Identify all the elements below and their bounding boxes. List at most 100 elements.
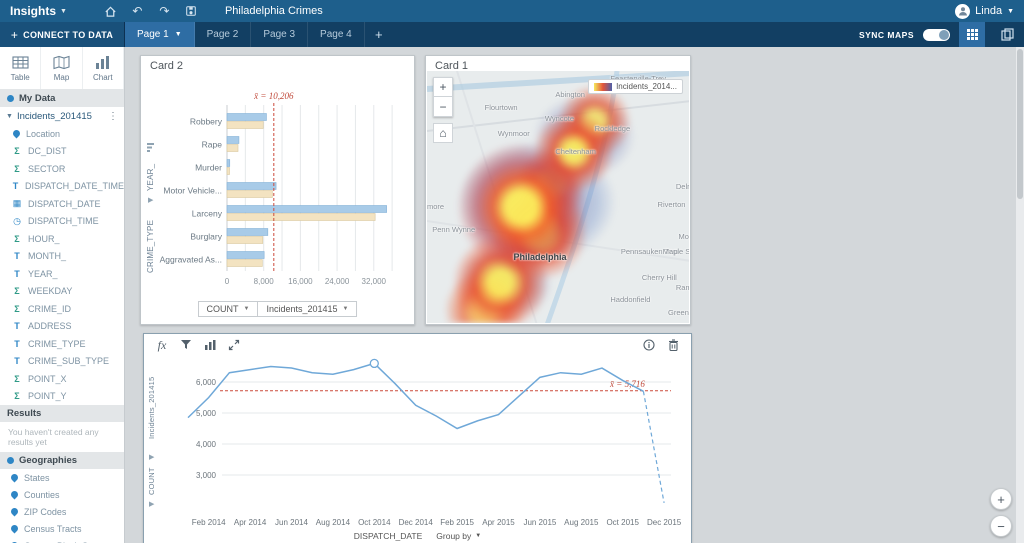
info-icon[interactable] bbox=[639, 336, 659, 354]
field-item-point_y[interactable]: Σ POINT_Y bbox=[0, 388, 124, 406]
connect-to-data-button[interactable]: + CONNECT TO DATA bbox=[0, 22, 125, 47]
dataset-label: Incidents_201415 bbox=[266, 304, 338, 314]
add-page-button[interactable]: + bbox=[365, 22, 393, 47]
bar-subgroup-axis-label[interactable]: YEAR_ bbox=[146, 159, 155, 195]
collapse-arrow-icon[interactable]: ▶ bbox=[149, 500, 154, 508]
location-icon bbox=[9, 489, 20, 500]
geography-item-census-tracts[interactable]: Census Tracts bbox=[0, 520, 124, 537]
table-card-button[interactable]: Table bbox=[0, 47, 42, 89]
field-item-dispatch_date[interactable]: ▦ DISPATCH_DATE bbox=[0, 195, 124, 213]
insights-menu[interactable]: Insights ▼ bbox=[0, 4, 75, 18]
card-bar-chart[interactable]: Card 2 YEAR_ ▶ CRIME_TYPE 0 8,000 16,000 24… bbox=[140, 55, 415, 325]
field-item-address[interactable]: T ADDRESS bbox=[0, 318, 124, 336]
dataset-row[interactable]: ▼ Incidents_201415 ⋮ bbox=[0, 107, 124, 125]
group-by-dropdown[interactable]: Group by ▼ bbox=[436, 531, 481, 541]
field-item-year_[interactable]: T YEAR_ bbox=[0, 265, 124, 283]
page-tab-4[interactable]: Page 4 bbox=[308, 22, 365, 47]
field-item-hour_[interactable]: Σ HOUR_ bbox=[0, 230, 124, 248]
field-item-dispatch_date_time[interactable]: T DISPATCH_DATE_TIME bbox=[0, 178, 124, 196]
heatmap-layer bbox=[427, 71, 689, 323]
field-item-crime_id[interactable]: Σ CRIME_ID bbox=[0, 300, 124, 318]
line-series-projected bbox=[642, 391, 665, 504]
geography-item-zip-codes[interactable]: ZIP Codes bbox=[0, 503, 124, 520]
map-card-button[interactable]: Map bbox=[41, 47, 83, 89]
page-tab-3[interactable]: Page 3 bbox=[251, 22, 309, 47]
save-icon[interactable] bbox=[178, 0, 205, 22]
map-home-button[interactable]: ⌂ bbox=[433, 123, 453, 143]
page-options-button[interactable] bbox=[994, 22, 1020, 47]
statistic-dropdown[interactable]: COUNT ▼ bbox=[197, 301, 259, 317]
grid-layout-button[interactable] bbox=[959, 22, 985, 47]
chart-type-icon[interactable] bbox=[200, 336, 220, 354]
card-map[interactable]: Card 1 Feasterville-Trev...AbingtonFlour… bbox=[425, 55, 691, 325]
string-field-icon: T bbox=[14, 251, 20, 262]
number-field-icon: Σ bbox=[14, 391, 20, 402]
field-item-location[interactable]: Location bbox=[0, 125, 124, 143]
geographies-section-header[interactable]: Geographies bbox=[0, 452, 124, 469]
geography-item-states[interactable]: States bbox=[0, 469, 124, 486]
canvas-zoom-in-button[interactable]: + bbox=[990, 488, 1012, 510]
dataset-name: Incidents_201415 bbox=[16, 110, 92, 122]
chevron-down-icon[interactable]: ▼ bbox=[175, 31, 182, 38]
bar-2014 bbox=[226, 159, 231, 167]
field-item-month_[interactable]: T MONTH_ bbox=[0, 248, 124, 266]
results-empty-text: You haven't created any results yet bbox=[8, 427, 99, 447]
my-data-section-header[interactable]: My Data bbox=[0, 90, 124, 107]
page-tab-label: Page 3 bbox=[263, 29, 296, 40]
delete-icon[interactable] bbox=[663, 336, 683, 354]
kebab-menu-icon[interactable]: ⋮ bbox=[108, 111, 118, 122]
user-name: Linda bbox=[975, 5, 1003, 17]
collapse-arrow-icon[interactable]: ▶ bbox=[149, 453, 154, 461]
map-place-label: Haddonfield bbox=[610, 295, 651, 305]
field-item-crime_type[interactable]: T CRIME_TYPE bbox=[0, 335, 124, 353]
scrollbar-thumb[interactable] bbox=[1017, 49, 1023, 199]
home-icon[interactable] bbox=[97, 0, 124, 22]
bar-y-axis-label[interactable]: CRIME_TYPE bbox=[146, 206, 155, 286]
map-place-label: Cherry Hill bbox=[641, 272, 677, 282]
page-tab-1[interactable]: Page 1 ▼ bbox=[125, 22, 195, 47]
fx-button[interactable]: fx bbox=[152, 336, 172, 354]
redo-icon[interactable]: ↷ bbox=[151, 0, 178, 22]
line-chart: 3,000 4,000 5,000 6,000 Feb 2014 Apr 2014 Jun … bbox=[187, 358, 682, 527]
canvas-zoom-out-button[interactable]: − bbox=[990, 515, 1012, 537]
map-legend[interactable]: Incidents_2014... bbox=[588, 79, 683, 94]
undo-icon[interactable]: ↶ bbox=[124, 0, 151, 22]
tabbar-right-tools: SYNC MAPS bbox=[859, 22, 1024, 47]
y-tick-label: 5,000 bbox=[196, 409, 217, 418]
number-field-icon: Σ bbox=[14, 146, 20, 157]
collapse-arrow-icon[interactable]: ▶ bbox=[148, 196, 153, 204]
dataset-dropdown[interactable]: Incidents_201415 ▼ bbox=[258, 301, 358, 317]
map-icon bbox=[53, 55, 70, 69]
expand-icon[interactable] bbox=[224, 336, 244, 354]
map-view[interactable]: Feasterville-Trev...AbingtonFlourtownWyn… bbox=[427, 71, 689, 323]
field-item-sector[interactable]: Σ SECTOR bbox=[0, 160, 124, 178]
user-menu[interactable]: Linda ▼ bbox=[955, 3, 1024, 19]
results-section-header[interactable]: Results bbox=[0, 405, 124, 422]
field-name: HOUR_ bbox=[28, 233, 60, 244]
workbook-canvas: Card 2 YEAR_ ▶ CRIME_TYPE 0 8,000 16,000 24… bbox=[125, 47, 1024, 543]
chart-label: Chart bbox=[93, 72, 113, 82]
chart-card-button[interactable]: Chart bbox=[82, 47, 124, 89]
filter-icon[interactable] bbox=[176, 336, 196, 354]
field-item-dispatch_time[interactable]: ◷ DISPATCH_TIME bbox=[0, 213, 124, 231]
x-tick-label: Apr 2015 bbox=[482, 518, 515, 527]
field-item-crime_sub_type[interactable]: T CRIME_SUB_TYPE bbox=[0, 353, 124, 371]
x-tick-label: Jun 2015 bbox=[523, 518, 556, 527]
line-dataset-axis-label[interactable]: Incidents_201415 bbox=[147, 364, 156, 452]
x-tick-label: Feb 2014 bbox=[192, 518, 226, 527]
map-zoom-in-button[interactable]: + bbox=[433, 77, 453, 97]
vertical-scrollbar[interactable] bbox=[1016, 47, 1024, 543]
geography-item-counties[interactable]: Counties bbox=[0, 486, 124, 503]
sort-icon[interactable] bbox=[146, 140, 157, 158]
card-line-chart[interactable]: fx Incidents_201415 ▶ COUNT ▶ 3,000 4,00… bbox=[143, 333, 692, 543]
field-item-dc_dist[interactable]: Σ DC_DIST bbox=[0, 143, 124, 161]
field-name: CRIME_ID bbox=[28, 303, 72, 314]
x-tick-label: 0 bbox=[225, 277, 230, 286]
line-y-axis-label[interactable]: COUNT bbox=[147, 463, 156, 499]
field-item-weekday[interactable]: Σ WEEKDAY bbox=[0, 283, 124, 301]
field-item-point_x[interactable]: Σ POINT_X bbox=[0, 370, 124, 388]
sync-maps-toggle[interactable] bbox=[923, 28, 950, 41]
geography-item-census-block-groups[interactable]: Census Block Groups bbox=[0, 537, 124, 543]
map-zoom-out-button[interactable]: − bbox=[433, 97, 453, 117]
page-tab-2[interactable]: Page 2 bbox=[195, 22, 252, 47]
